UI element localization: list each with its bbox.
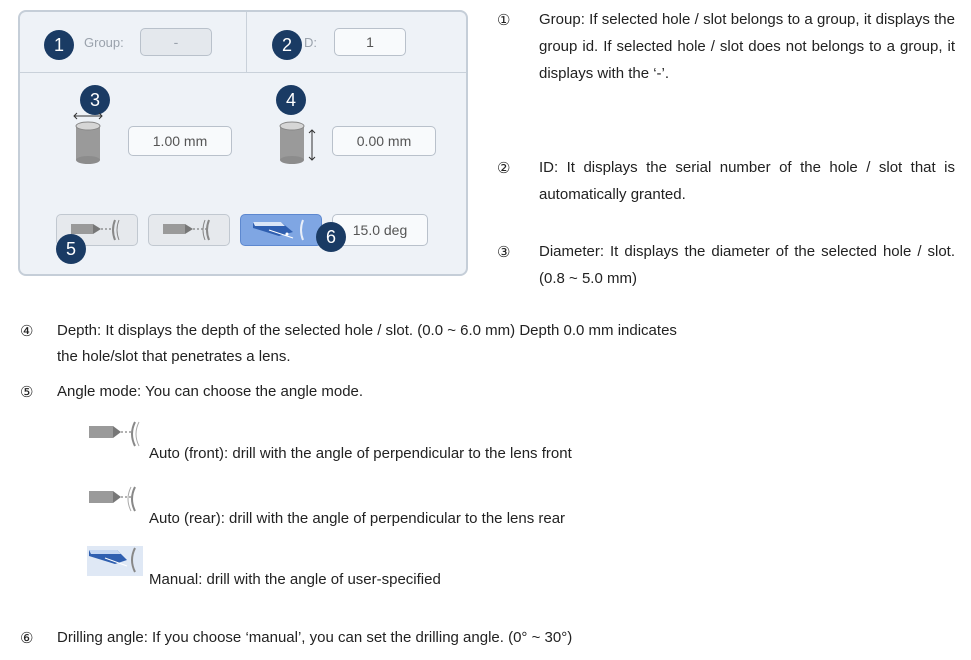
badge-6: 6: [316, 222, 346, 252]
group-label: Group:: [84, 35, 124, 50]
angle-mode-auto-front: Auto (front): drill with the angle of pe…: [87, 420, 572, 462]
badge-5: 5: [56, 234, 86, 264]
manual-angle-icon: [87, 546, 143, 576]
id-field: 1: [334, 28, 406, 56]
divider: [246, 12, 247, 72]
description-group: Group: If selected hole / slot belongs t…: [539, 11, 955, 82]
description-diameter: Diameter: It displays the diameter of th…: [539, 243, 955, 287]
description-drilling-angle: Drilling angle: If you choose ‘manual’, …: [57, 629, 573, 646]
auto-rear-button[interactable]: [148, 214, 230, 246]
badge-2: 2: [272, 30, 302, 60]
id-label: D:: [304, 35, 317, 50]
item-number-6: ⑥: [20, 630, 34, 647]
manual-angle-button[interactable]: [240, 214, 322, 246]
item-number-5: ⑤: [20, 384, 34, 401]
item-number-2: ②: [497, 160, 511, 177]
description-depth-line2: the hole/slot that penetrates a lens.: [57, 348, 291, 365]
diameter-field[interactable]: 1.00 mm: [128, 126, 232, 156]
auto-rear-icon: [163, 219, 210, 241]
badge-1: 1: [44, 30, 74, 60]
item-number-1: ①: [497, 12, 511, 29]
item-number-4: ④: [20, 323, 34, 340]
depth-cylinder-icon: [279, 121, 316, 164]
depth-field[interactable]: 0.00 mm: [332, 126, 436, 156]
description-id: ID: It displays the serial number of the…: [539, 159, 955, 203]
diameter-cylinder-icon: [73, 112, 103, 164]
auto-front-icon: [89, 421, 140, 447]
auto-rear-icon: [89, 486, 136, 512]
drilling-angle-field[interactable]: 15.0 deg: [332, 214, 428, 246]
badge-3: 3: [80, 85, 110, 115]
hole-property-panel: 1 Group: - 2 D: 1 3 1.00 mm 4 0.00 mm 15…: [18, 10, 468, 276]
auto-front-text: Auto (front): drill with the angle of pe…: [149, 445, 572, 462]
manual-angle-icon: [253, 219, 304, 241]
angle-mode-manual: Manual: drill with the angle of user-spe…: [87, 546, 441, 588]
description-depth-line1: Depth: It displays the depth of the sele…: [57, 322, 677, 339]
item-number-3: ③: [497, 244, 511, 261]
description-angle-mode: Angle mode: You can choose the angle mod…: [57, 383, 364, 400]
badge-4: 4: [276, 85, 306, 115]
auto-rear-text: Auto (rear): drill with the angle of per…: [149, 510, 566, 527]
angle-mode-auto-rear: Auto (rear): drill with the angle of per…: [87, 485, 565, 527]
manual-text: Manual: drill with the angle of user-spe…: [149, 571, 441, 588]
group-field: -: [140, 28, 212, 56]
